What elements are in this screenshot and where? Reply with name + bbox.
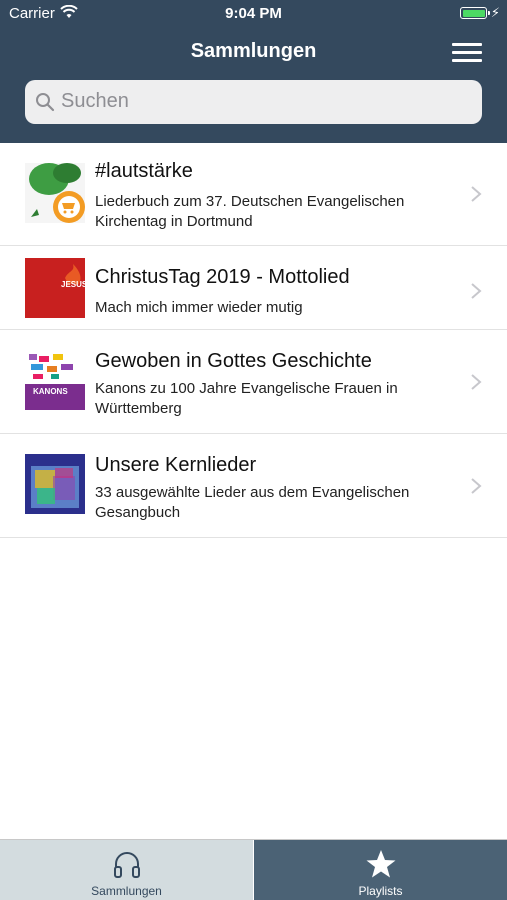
item-subtitle: 33 ausgewählte Lieder aus dem Evangelisc… [95,484,410,521]
search-placeholder: Suchen [61,90,129,112]
tab-playlists[interactable]: Playlists [254,840,507,900]
tab-bar: Sammlungen Playlists [0,839,507,900]
page-title: Sammlungen [190,40,317,62]
list-item[interactable]: #lautstärke Liederbuch zum 37. Deutschen… [0,143,507,246]
item-title: Unsere Kernlieder [95,454,257,476]
cover-text: JESUS [61,280,85,289]
tab-sammlungen[interactable]: Sammlungen [0,840,253,900]
collection-cover [25,163,85,223]
collection-cover: JESUS [25,258,85,318]
tab-label: Sammlungen [91,884,162,898]
item-subtitle: Liederbuch zum 37. Deutschen Evangelisch… [95,193,405,230]
hamburger-menu-icon[interactable] [452,43,482,63]
status-bar: Carrier 9:04 PM ⚡ [0,0,507,28]
status-time: 9:04 PM [225,5,282,22]
headphones-icon [113,852,140,878]
list-item[interactable]: Unsere Kernlieder 33 ausgewählte Lieder … [0,434,507,538]
star-icon [366,850,395,878]
collection-cover [25,454,85,514]
item-title: Gewoben in Gottes Geschichte [95,350,372,372]
chevron-right-icon [471,186,482,202]
battery-icon [460,7,490,19]
item-title: ChristusTag 2019 - Mottolied [95,266,350,288]
navigation-header: Carrier 9:04 PM ⚡ Sammlungen Suchen [0,0,507,143]
charging-icon: ⚡ [490,5,500,20]
collection-list: #lautstärke Liederbuch zum 37. Deutschen… [0,143,507,538]
cover-text: KANONS [33,387,68,396]
search-input[interactable]: Suchen [25,80,482,124]
list-item[interactable]: KANONS Gewoben in Gottes Geschichte Kano… [0,330,507,434]
item-title: #lautstärke [95,160,193,182]
chevron-right-icon [471,374,482,390]
item-subtitle: Kanons zu 100 Jahre Evangelische Frauen … [95,380,398,417]
search-icon [36,93,55,112]
tab-label: Playlists [358,884,403,898]
list-item[interactable]: JESUS ChristusTag 2019 - Mottolied Mach … [0,246,507,330]
chevron-right-icon [471,478,482,494]
collection-cover: KANONS [25,350,85,410]
item-subtitle: Mach mich immer wieder mutig [95,299,303,316]
chevron-right-icon [471,283,482,299]
